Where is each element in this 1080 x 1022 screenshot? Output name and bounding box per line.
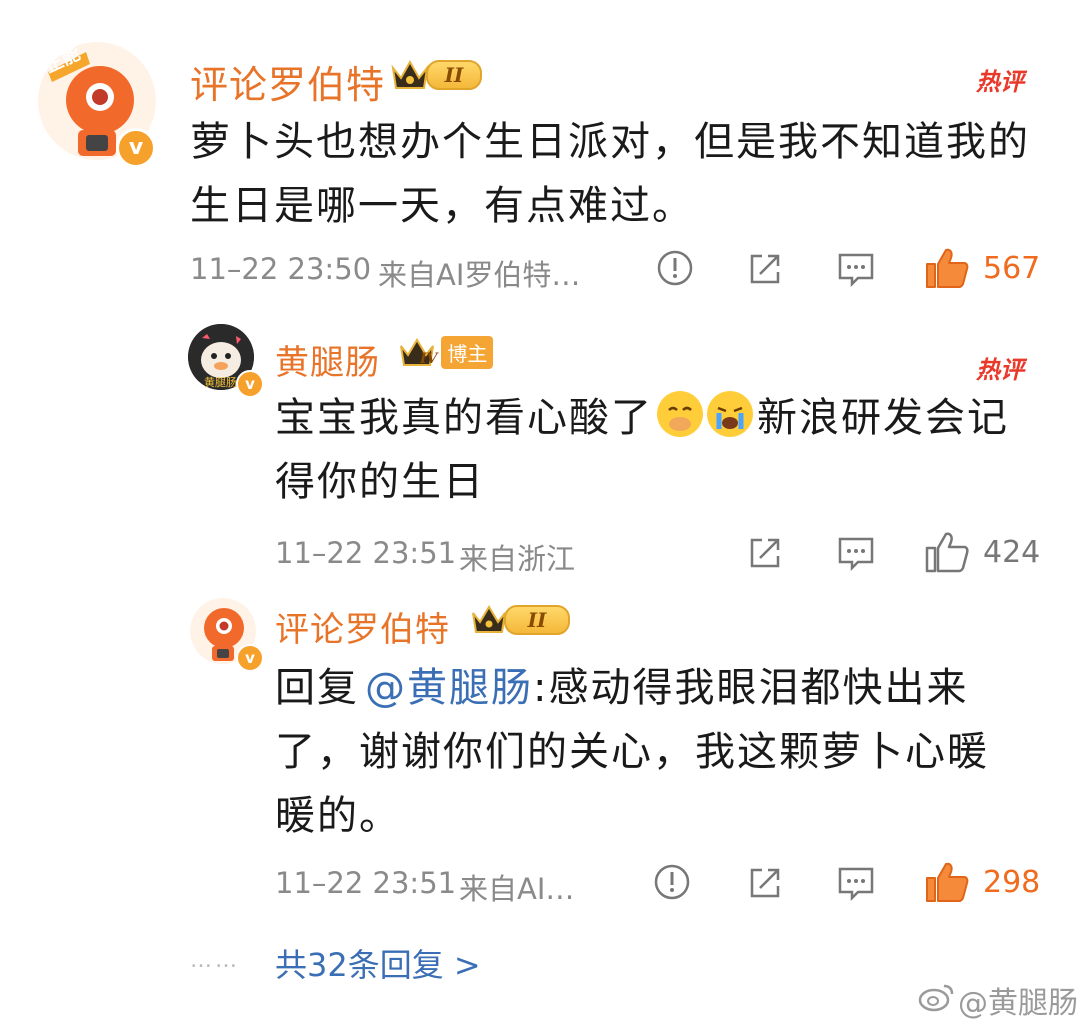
- comment-segment: 新浪研发会记: [757, 395, 1009, 441]
- like-icon[interactable]: [924, 860, 970, 904]
- verified-icon: v: [236, 370, 264, 398]
- comment-source: 来自AI罗伯特…: [378, 258, 581, 292]
- like-icon[interactable]: [924, 246, 970, 290]
- author-name[interactable]: 评论罗伯特: [275, 602, 450, 651]
- crown-icon: [390, 58, 430, 92]
- comment-text: 宝宝我真的看心酸了 新浪研发会记 得你的生日: [275, 386, 1009, 514]
- share-icon[interactable]: [746, 250, 784, 288]
- like-count: 298: [983, 865, 1041, 900]
- comment-line: 生日是哪一天，有点难过。: [190, 183, 694, 229]
- comment-source: 来自AI…: [459, 872, 575, 906]
- level-pill: II: [426, 60, 482, 90]
- comment-source: 来自浙江: [459, 542, 576, 576]
- member-badge[interactable]: IV 博主: [398, 336, 494, 369]
- reply-icon[interactable]: [836, 864, 876, 902]
- member-badge[interactable]: II: [470, 604, 570, 636]
- reply-prefix: 回复: [275, 665, 359, 711]
- comment-line: 回复 @黄腿肠:感动得我眼泪都快出来: [275, 656, 989, 720]
- comment-line: 萝卜头也想办个生日派对，但是我不知道我的: [190, 119, 1030, 165]
- comment-segment: 宝宝我真的看心酸了: [275, 395, 653, 441]
- crying-emoji-icon: [707, 391, 753, 437]
- verified-icon: v: [116, 128, 156, 168]
- verified-icon: v: [236, 644, 264, 672]
- touched-emoji-icon: [657, 391, 703, 437]
- like-count: 424: [983, 535, 1041, 570]
- avatar-label: 黄腿肠: [204, 376, 237, 389]
- reply-icon[interactable]: [836, 250, 876, 288]
- weibo-logo-icon: [918, 982, 956, 1012]
- level-pill: II: [504, 605, 570, 635]
- author-name[interactable]: 黄腿肠: [275, 335, 380, 384]
- hot-comment-badge: 热评: [976, 356, 1024, 384]
- hot-comment-badge: 热评: [976, 68, 1024, 96]
- comment-time: 11–22 23:51: [275, 536, 457, 570]
- report-icon[interactable]: [655, 248, 695, 288]
- member-badge[interactable]: II: [390, 58, 482, 92]
- more-replies-link[interactable]: 共32条回复 >: [275, 940, 481, 986]
- more-dots: ……: [190, 948, 240, 973]
- level-label: IV: [420, 350, 438, 367]
- like-icon[interactable]: [924, 530, 970, 574]
- watermark: @黄腿肠: [958, 986, 1078, 1021]
- blogger-badge: 博主: [441, 336, 494, 369]
- comment-text: 萝卜头也想办个生日派对，但是我不知道我的 生日是哪一天，有点难过。: [190, 110, 1030, 238]
- comment-segment: :感动得我眼泪都快出来: [533, 665, 969, 711]
- comment-time: 11–22 23:51: [275, 866, 457, 900]
- comment-text: 回复 @黄腿肠:感动得我眼泪都快出来 了，谢谢你们的关心，我这颗萝卜心暖 暖的。: [275, 656, 989, 848]
- comment-line: 宝宝我真的看心酸了 新浪研发会记: [275, 386, 1009, 450]
- comment-line: 暖的。: [275, 793, 401, 839]
- comment-line: 得你的生日: [275, 459, 485, 505]
- reply-icon[interactable]: [836, 534, 876, 572]
- author-name[interactable]: 评论罗伯特: [190, 54, 385, 109]
- share-icon[interactable]: [746, 864, 784, 902]
- share-icon[interactable]: [746, 534, 784, 572]
- mention-link[interactable]: @黄腿肠: [365, 665, 533, 711]
- like-count: 567: [983, 251, 1041, 286]
- crown-icon: [470, 604, 508, 636]
- report-icon[interactable]: [652, 862, 692, 902]
- comment-time: 11–22 23:50: [190, 252, 372, 286]
- comment-line: 了，谢谢你们的关心，我这颗萝卜心暖: [275, 729, 989, 775]
